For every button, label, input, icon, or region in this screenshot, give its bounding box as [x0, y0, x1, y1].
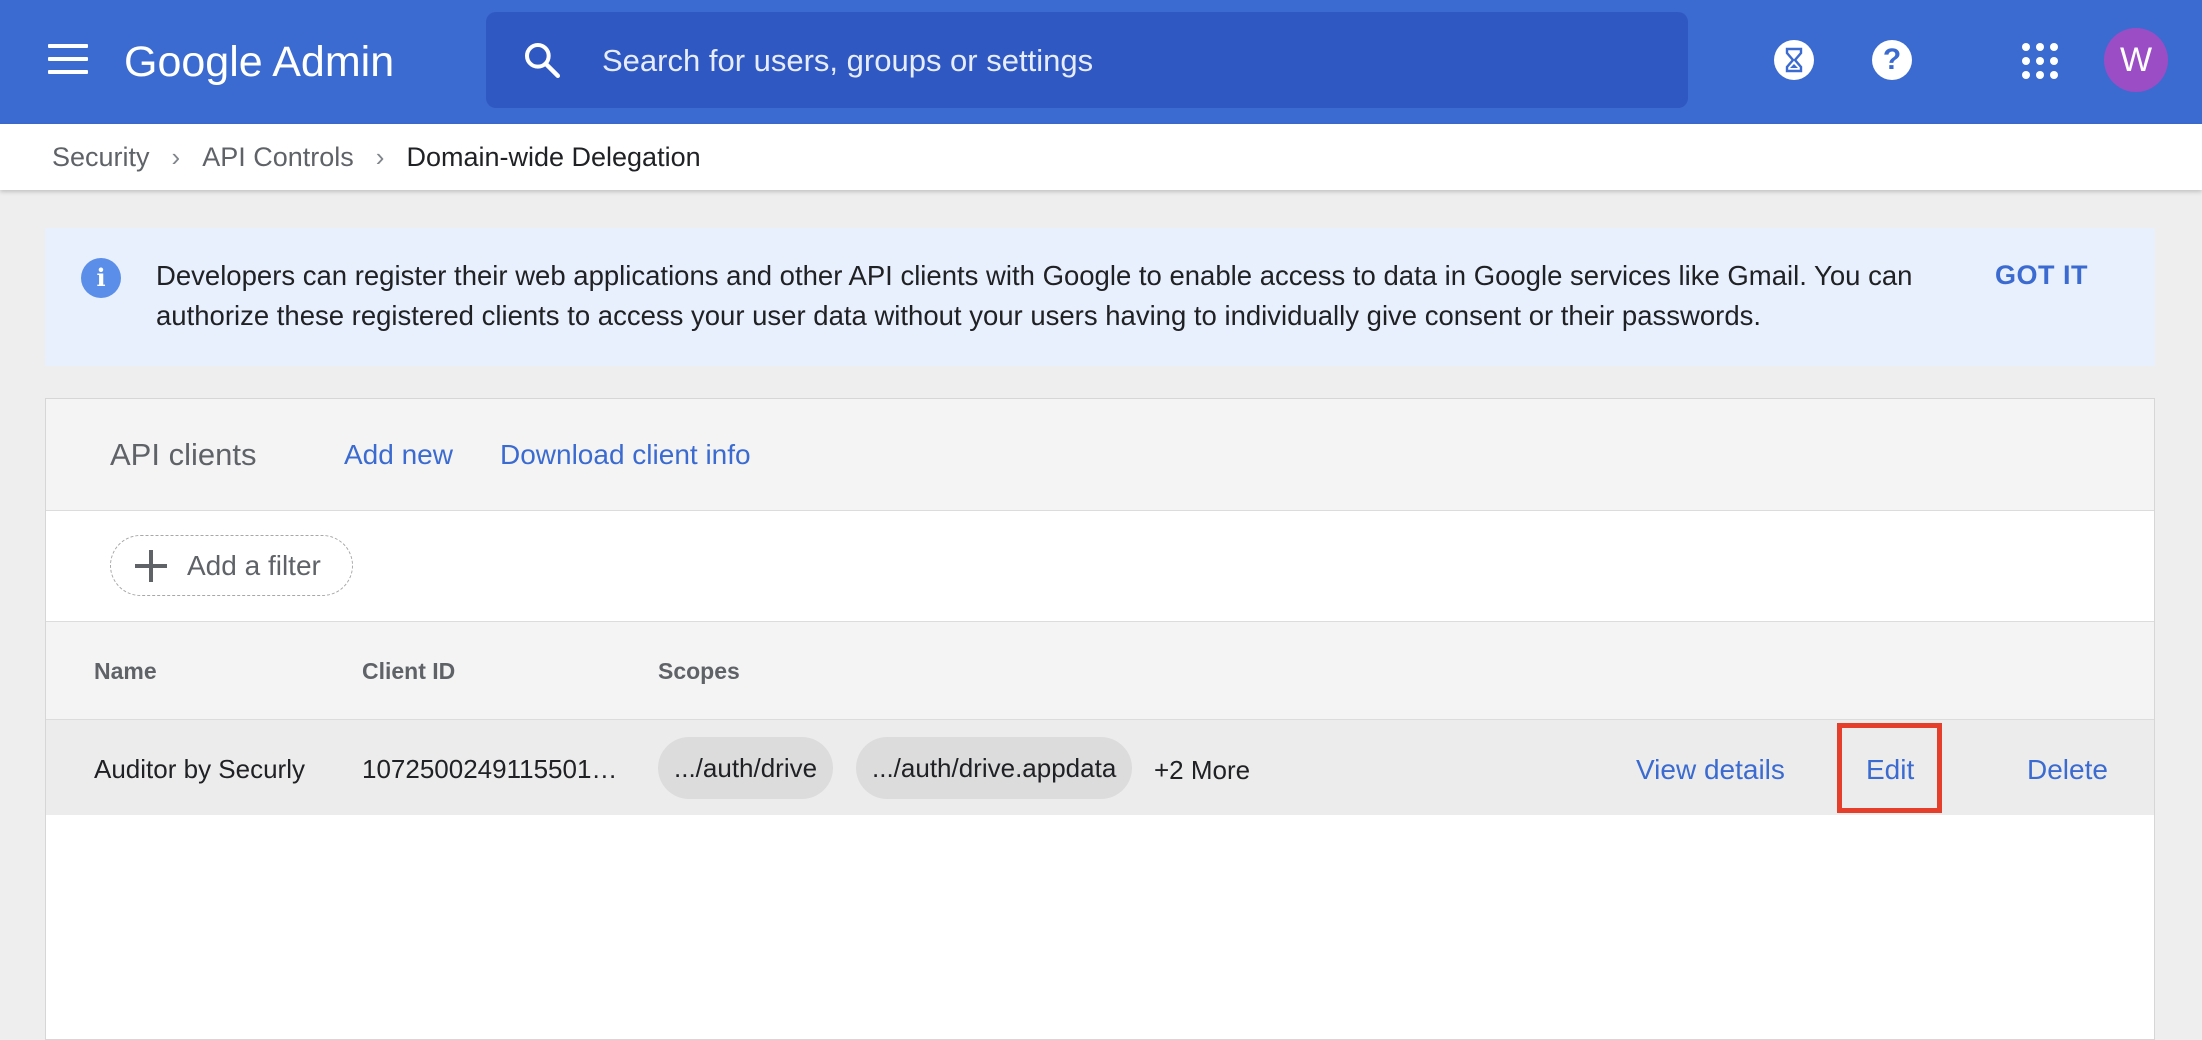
- brand-logo[interactable]: Google Admin: [124, 30, 394, 94]
- breadcrumb-security[interactable]: Security: [52, 142, 150, 173]
- breadcrumb-api-controls[interactable]: API Controls: [202, 142, 354, 173]
- help-icon[interactable]: ?: [1872, 40, 1912, 80]
- breadcrumb-current: Domain-wide Delegation: [406, 141, 701, 172]
- view-details-link[interactable]: View details: [1636, 754, 1785, 786]
- breadcrumb: Security › API Controls › Domain-wide De…: [52, 124, 701, 190]
- search-input[interactable]: [600, 34, 1664, 88]
- card-title: API clients: [110, 437, 257, 472]
- card-header: API clients Add new Download client info: [46, 399, 2154, 511]
- banner-text: Developers can register their web applic…: [156, 260, 1913, 331]
- avatar[interactable]: W: [2104, 28, 2168, 92]
- scope-chip[interactable]: .../auth/drive.appdata: [856, 737, 1133, 799]
- edit-link[interactable]: Edit: [1866, 754, 1914, 786]
- hourglass-icon[interactable]: [1774, 40, 1814, 80]
- help-glyph: ?: [1882, 43, 1902, 76]
- table-header: Name Client ID Scopes: [46, 622, 2154, 720]
- delete-link[interactable]: Delete: [2027, 754, 2108, 786]
- add-new-link[interactable]: Add new: [344, 439, 453, 471]
- column-scopes[interactable]: Scopes: [658, 658, 740, 685]
- column-name[interactable]: Name: [94, 658, 157, 685]
- add-filter-button[interactable]: Add a filter: [110, 535, 353, 596]
- add-filter-label: Add a filter: [187, 549, 321, 581]
- download-client-info-link[interactable]: Download client info: [500, 439, 751, 471]
- info-banner: i Developers can register their web appl…: [45, 228, 2155, 366]
- column-client-id[interactable]: Client ID: [362, 658, 455, 685]
- breadcrumb-bar: Security › API Controls › Domain-wide De…: [0, 124, 2202, 190]
- menu-icon[interactable]: [48, 44, 88, 80]
- got-it-button[interactable]: GOT IT: [1995, 260, 2088, 291]
- api-clients-card: API clients Add new Download client info…: [45, 398, 2155, 1040]
- info-icon: i: [81, 258, 121, 298]
- chevron-right-icon: ›: [171, 141, 181, 172]
- client-name: Auditor by Securly: [94, 754, 305, 784]
- more-scopes-link[interactable]: +2 More: [1154, 755, 1250, 786]
- scope-chip[interactable]: .../auth/drive: [658, 737, 834, 799]
- search-bar[interactable]: [486, 12, 1688, 108]
- apps-grid-icon[interactable]: [2022, 43, 2058, 79]
- plus-icon: [135, 549, 167, 582]
- table-row[interactable]: Auditor by Securly 1072500249115501… ...…: [46, 720, 2154, 815]
- client-id: 1072500249115501…: [362, 754, 618, 784]
- app-bar: Google Admin ? W: [0, 0, 2202, 124]
- search-icon[interactable]: [522, 40, 562, 80]
- chevron-right-icon: ›: [375, 141, 385, 172]
- filter-row: Add a filter: [46, 511, 2154, 622]
